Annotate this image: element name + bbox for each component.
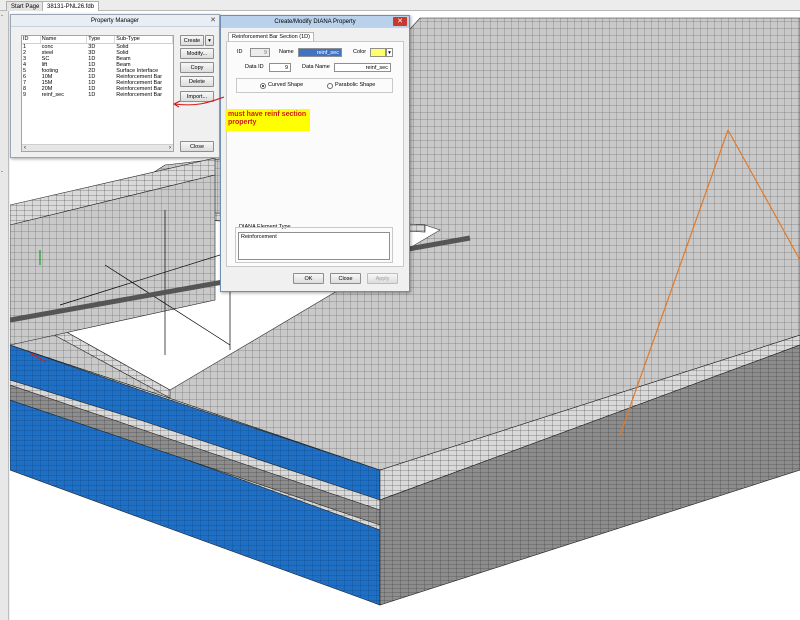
panel-marker: - [1, 13, 3, 19]
close-icon[interactable]: ✕ [208, 16, 218, 25]
curved-shape-label[interactable]: Curved Shape [268, 81, 303, 90]
delete-button[interactable]: Delete [180, 76, 214, 87]
annotation-callout: must have reinf section property [225, 109, 310, 131]
panel-marker: - [1, 169, 3, 175]
chevron-down-icon[interactable]: ▾ [386, 48, 393, 57]
column-header-name[interactable]: Name [41, 36, 88, 43]
tab-model-file[interactable]: 38131-PNL26.fdb [42, 1, 100, 11]
create-button[interactable]: Create [180, 35, 204, 46]
ok-button[interactable]: OK [293, 273, 324, 284]
color-label: Color [353, 49, 367, 55]
diana-dialog-titlebar[interactable]: Create/Modify DIANA Property ✕ [221, 16, 409, 28]
parabolic-shape-label[interactable]: Parabolic Shape [335, 81, 375, 90]
property-manager-titlebar[interactable]: Property Manager ✕ [11, 15, 219, 27]
cell-name: reinf_sec [41, 92, 64, 98]
diana-dialog-title: Create/Modify DIANA Property [274, 19, 356, 25]
document-tab-strip: Start Page 38131-PNL26.fdb [0, 0, 800, 11]
apply-button: Apply [367, 273, 398, 284]
element-type-box: Reinforcement [238, 232, 390, 260]
column-header-subtype[interactable]: Sub-Type [115, 36, 173, 43]
property-list[interactable]: ID Name Type Sub-Type 1 conc 3D Solid 2 steel… [21, 35, 174, 152]
property-manager-close-button[interactable]: Close [180, 141, 214, 152]
data-id-field[interactable]: 9 [269, 63, 291, 72]
copy-button[interactable]: Copy [180, 62, 214, 73]
id-label: ID [237, 49, 243, 55]
scroll-right-icon[interactable]: › [169, 145, 171, 151]
column-header-id[interactable]: ID [22, 36, 41, 43]
property-manager-title: Property Manager [90, 18, 140, 24]
curved-shape-radio[interactable] [260, 83, 266, 89]
name-field[interactable]: reinf_sec [298, 48, 342, 57]
data-name-field[interactable]: reinf_sec [334, 63, 391, 72]
data-id-label: Data ID [245, 64, 264, 70]
cell-type: 1D [88, 92, 96, 98]
tab-start-page[interactable]: Start Page [6, 1, 45, 11]
property-list-header: ID Name Type Sub-Type [22, 36, 173, 44]
parabolic-shape-radio[interactable] [327, 83, 333, 89]
id-field: 9 [250, 48, 270, 57]
left-side-panel-edge: - - [0, 11, 9, 620]
modify-button[interactable]: Modify... [180, 48, 214, 59]
cell-id: 9 [23, 92, 27, 98]
cell-subtype: Reinforcement Bar [116, 92, 163, 98]
create-dropdown-button[interactable]: ▾ [205, 35, 214, 46]
horizontal-scrollbar[interactable]: ‹ › [22, 144, 173, 151]
color-swatch[interactable] [370, 48, 386, 57]
data-name-label: Data Name [302, 64, 330, 70]
scroll-left-icon[interactable]: ‹ [24, 145, 26, 151]
column-header-type[interactable]: Type [87, 36, 116, 43]
import-button[interactable]: Import... [180, 91, 214, 102]
name-label: Name [279, 49, 294, 55]
dialog-close-button[interactable]: Close [330, 273, 361, 284]
close-icon[interactable]: ✕ [393, 17, 407, 26]
property-rows: 1 conc 3D Solid 2 steel 3D Solid 3 SC 1D Beam 4 lift 1… [22, 44, 173, 98]
list-item[interactable]: 9 reinf_sec 1D Reinforcement Bar [22, 92, 173, 98]
